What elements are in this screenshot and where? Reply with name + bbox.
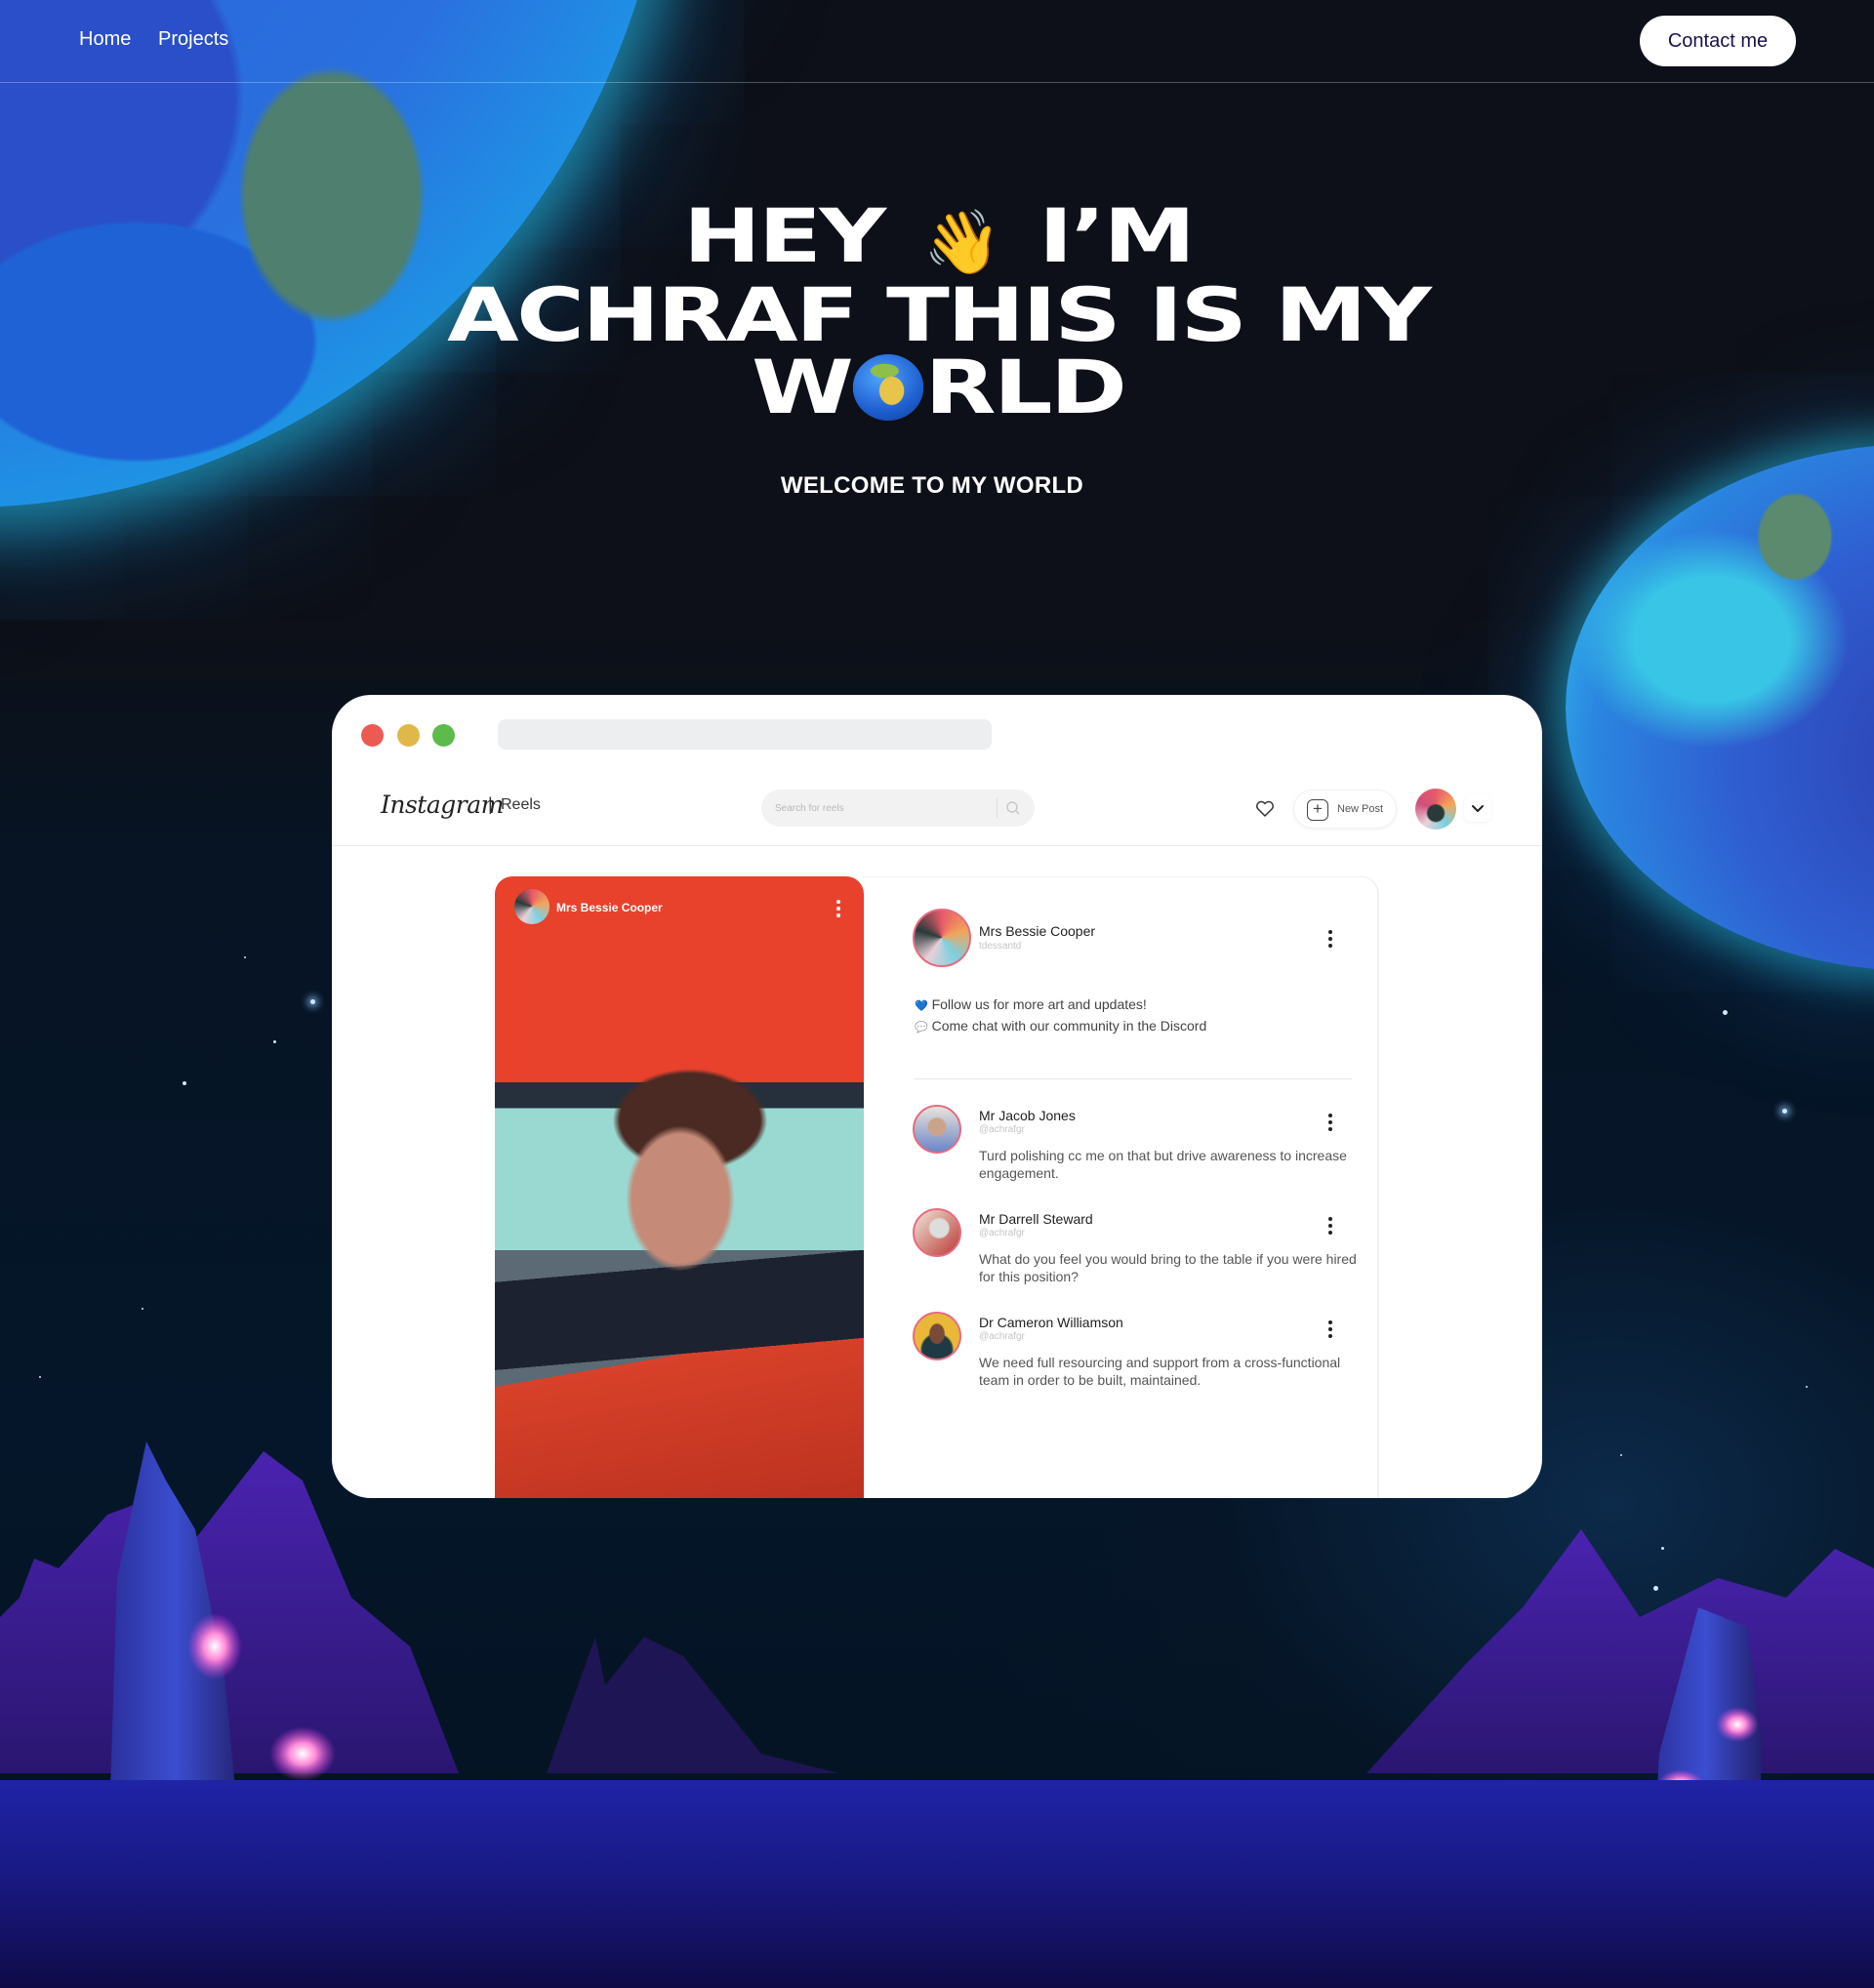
chevron-down-icon (1472, 805, 1484, 812)
comment-more-options-icon[interactable] (1328, 1114, 1332, 1134)
post-caption: 💙 Follow us for more art and updates! 💬 … (915, 994, 1206, 1037)
crystal-glow (269, 1726, 336, 1781)
globe-icon (852, 354, 924, 421)
comment-author-handle: @achrafgr (979, 1331, 1025, 1342)
star (1782, 1109, 1787, 1114)
post-author-avatar[interactable] (913, 909, 971, 967)
instagram-logo[interactable]: Instagram (381, 791, 504, 819)
post-author-name[interactable]: Mrs Bessie Cooper (979, 923, 1095, 939)
browser-window-mockup: Instagram | Reels + New Post Mrs Bessie … (332, 695, 1542, 1498)
comment-avatar[interactable] (913, 1312, 961, 1360)
account-menu-toggle[interactable] (1464, 794, 1491, 822)
mountain-left (0, 1451, 459, 1773)
hero-subtitle: WELCOME TO MY WORLD (780, 472, 1084, 499)
instagram-header: Instagram | Reels + New Post (332, 771, 1542, 846)
comment-text: What do you feel you would bring to the … (979, 1251, 1357, 1284)
logo-separator: | (488, 794, 493, 814)
caption-line: 💬 Come chat with our community in the Di… (915, 1016, 1206, 1037)
search-divider (997, 798, 998, 818)
blue-heart-icon: 💙 (915, 1000, 928, 1012)
comment-avatar[interactable] (913, 1208, 961, 1257)
hero-headline: HEY 👋 I’M ACHRAF THIS IS MY W RLD (0, 199, 1874, 425)
comment-author-handle: @achrafgr (979, 1124, 1025, 1135)
top-navigation: Home Projects Contact me (0, 0, 1874, 83)
comment-author-name[interactable]: Mr Jacob Jones (979, 1108, 1076, 1123)
hero-text: RLD (924, 344, 1127, 430)
star (244, 956, 246, 958)
hero-text: HEY (683, 192, 886, 279)
window-close-button[interactable] (361, 724, 384, 747)
crystal-glow (187, 1613, 242, 1680)
hero-line-1: HEY 👋 I’M (0, 199, 1874, 280)
comment-author-name[interactable]: Mr Darrell Steward (979, 1211, 1093, 1227)
post-more-options-icon[interactable] (1328, 930, 1332, 951)
comment-avatar[interactable] (913, 1105, 961, 1154)
comment-text: Turd polishing cc me on that but drive a… (979, 1148, 1347, 1181)
window-minimize-button[interactable] (397, 724, 420, 747)
comment-more-options-icon[interactable] (1328, 1217, 1332, 1237)
new-post-button[interactable]: + New Post (1293, 790, 1397, 829)
comment-author-name[interactable]: Dr Cameron Williamson (979, 1315, 1123, 1330)
divider (915, 1078, 1352, 1079)
plus-icon: + (1307, 799, 1328, 821)
star (310, 999, 315, 1004)
nav-link-home[interactable]: Home (79, 28, 131, 51)
search-icon[interactable] (1004, 799, 1022, 817)
nav-link-projects[interactable]: Projects (158, 28, 228, 51)
comment-text: We need full resourcing and support from… (979, 1355, 1341, 1388)
reel-author-avatar[interactable] (514, 889, 550, 924)
star (1806, 1386, 1808, 1388)
comment-author-handle: @achrafgr (979, 1228, 1025, 1238)
hero-text: W (752, 344, 854, 430)
post-details-panel: Mrs Bessie Cooper tdessantd 💙 Follow us … (864, 876, 1379, 1498)
waving-hand-icon: 👋 (923, 207, 1001, 279)
star (39, 1376, 41, 1378)
section-title: Reels (501, 796, 541, 813)
hero-text: I’M (1039, 192, 1196, 279)
crystal-glow (1716, 1707, 1759, 1742)
caption-text: Come chat with our community in the Disc… (931, 1018, 1207, 1034)
hero-line-2: ACHRAF THIS IS MY (447, 271, 1432, 358)
search-reels-input[interactable] (761, 790, 1035, 827)
heart-icon[interactable] (1255, 800, 1275, 818)
caption-line: 💙 Follow us for more art and updates! (915, 994, 1206, 1016)
star (142, 1308, 143, 1310)
mountain-right (1366, 1529, 1874, 1773)
window-maximize-button[interactable] (432, 724, 455, 747)
star (183, 1081, 186, 1085)
reel-video[interactable]: Mrs Bessie Cooper (495, 876, 864, 1498)
star (273, 1040, 276, 1043)
address-bar[interactable] (498, 719, 992, 750)
speech-bubble-icon: 💬 (915, 1022, 928, 1034)
comment-more-options-icon[interactable] (1328, 1320, 1332, 1341)
mountain-center (547, 1637, 839, 1773)
ground-plain (0, 1780, 1874, 1988)
star (1723, 1010, 1728, 1015)
hero-line-3: W RLD (0, 350, 1874, 425)
reel-author-name[interactable]: Mrs Bessie Cooper (556, 901, 663, 914)
contact-me-button[interactable]: Contact me (1640, 16, 1796, 66)
post-author-handle: tdessantd (979, 941, 1022, 952)
profile-avatar[interactable] (1415, 789, 1456, 830)
caption-text: Follow us for more art and updates! (931, 996, 1147, 1012)
new-post-label: New Post (1337, 803, 1384, 815)
reel-more-options-icon[interactable] (836, 900, 840, 920)
